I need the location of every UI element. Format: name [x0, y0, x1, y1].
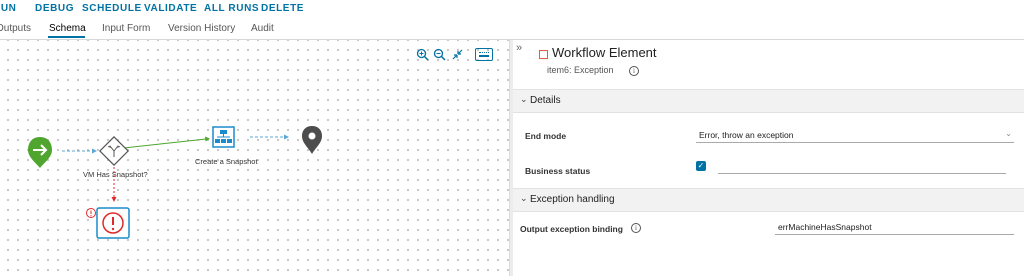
debug-button[interactable]: DEBUG	[35, 3, 74, 14]
tab-input-form[interactable]: Input Form	[102, 23, 150, 34]
chevron-down-icon: ⌄	[520, 193, 528, 203]
chevron-down-icon: ⌄	[1005, 129, 1012, 138]
business-status-checkbox[interactable]: ✓	[696, 161, 706, 171]
delete-button[interactable]: DELETE	[261, 3, 304, 14]
connector-decision-action	[123, 138, 207, 149]
exception-handling-section-label: Exception handling	[530, 194, 615, 205]
business-status-input[interactable]	[718, 173, 1006, 174]
exception-node-icon	[96, 207, 130, 239]
end-node-icon	[302, 126, 322, 154]
output-exception-binding-label: Output exception binding	[520, 224, 623, 234]
decision-node-icon	[99, 136, 129, 166]
tab-schema[interactable]: Schema	[49, 23, 86, 34]
tab-version-history[interactable]: Version History	[168, 23, 235, 34]
details-section-header[interactable]: ⌄ Details	[513, 89, 1024, 113]
exception-handling-section-header[interactable]: ⌄ Exception handling	[513, 188, 1024, 212]
action-node-label: Create a Snapshot	[195, 157, 258, 166]
run-button[interactable]: RUN	[0, 3, 16, 14]
validate-button[interactable]: VALIDATE	[144, 3, 197, 14]
tab-audit[interactable]: Audit	[251, 23, 274, 34]
schema-canvas[interactable]: VM Has Snapshot? Create a Snapshot	[0, 40, 510, 276]
business-status-label: Business status	[525, 166, 591, 176]
details-section-label: Details	[530, 95, 561, 106]
tab-bar: Outputs Schema Input Form Version Histor…	[0, 17, 1024, 40]
output-exception-binding-input[interactable]: errMachineHasSnapshot	[775, 220, 1014, 235]
chevron-down-icon: ⌄	[520, 94, 528, 104]
end-mode-select[interactable]: Error, throw an exception ⌄	[696, 128, 1014, 143]
workflow-action-node-icon	[212, 126, 235, 148]
tab-outputs[interactable]: Outputs	[0, 23, 31, 34]
properties-panel: » Workflow Element item6: Exception i ⌄ …	[513, 40, 1024, 276]
workflow-element-icon	[539, 50, 548, 59]
decision-node-label: VM Has Snapshot?	[83, 170, 148, 179]
collapse-panel-icon[interactable]: »	[516, 42, 522, 54]
info-icon[interactable]: i	[629, 66, 639, 76]
validation-error-icon	[86, 208, 96, 218]
start-node-icon	[28, 137, 52, 168]
all-runs-button[interactable]: ALL RUNS	[204, 3, 259, 14]
info-icon[interactable]: i	[631, 223, 641, 233]
schedule-button[interactable]: SCHEDULE	[82, 3, 142, 14]
end-mode-value: Error, throw an exception	[699, 130, 794, 140]
active-tab-indicator	[48, 36, 85, 38]
panel-title: Workflow Element	[552, 45, 657, 60]
panel-subtitle: item6: Exception	[547, 65, 614, 75]
end-mode-label: End mode	[525, 131, 567, 141]
output-exception-binding-value: errMachineHasSnapshot	[778, 222, 872, 232]
toolbar: RUN DEBUG SCHEDULE VALIDATE ALL RUNS DEL…	[0, 0, 1024, 17]
